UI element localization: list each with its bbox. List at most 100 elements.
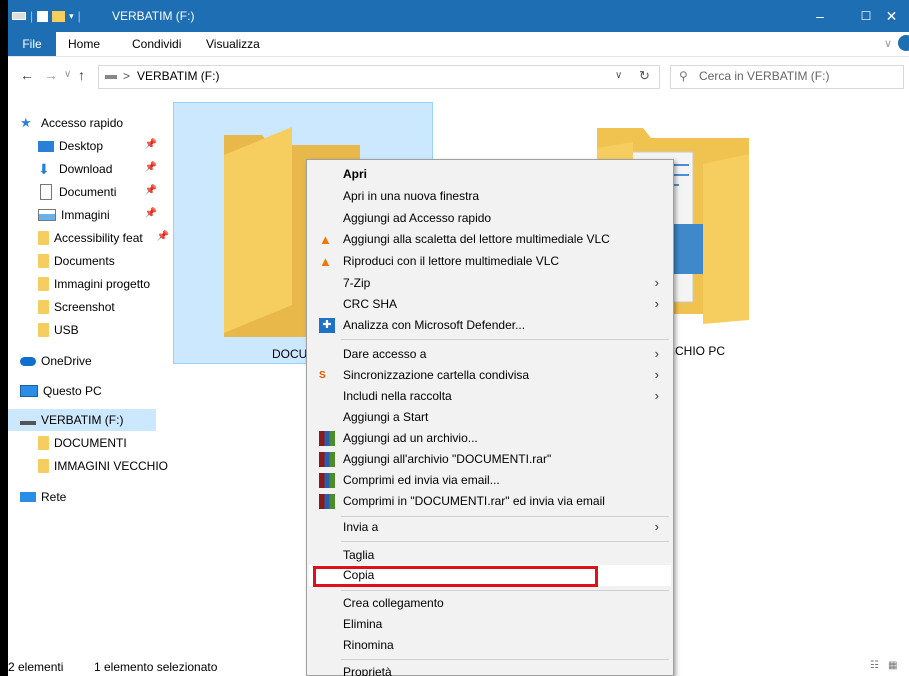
desktop-icon <box>38 140 54 152</box>
minimize-button[interactable]: – <box>797 0 843 32</box>
nav-onedrive[interactable]: OneDrive <box>20 350 171 372</box>
highlight-annotation <box>313 566 598 587</box>
path-segment[interactable]: VERBATIM (F:) <box>137 69 219 83</box>
explorer-window: | ▾ | VERBATIM (F:) – ☐ ✕ File Home Cond… <box>8 0 909 676</box>
large-icons-view-icon[interactable]: ▦ <box>888 660 897 671</box>
menu-item-aggiungi-start[interactable]: Aggiungi a Start <box>309 407 671 428</box>
vlc-icon: ▲ <box>319 232 332 247</box>
nav-this-pc[interactable]: Questo PC <box>20 380 171 402</box>
vlc-icon: ▲ <box>319 254 332 269</box>
menu-item-sincronizzazione[interactable]: S Sincronizzazione cartella condivisa › <box>309 365 671 386</box>
nav-folder-documenti[interactable]: DOCUMENTI <box>38 432 171 454</box>
nav-item-immagini[interactable]: Immagini 📌 <box>38 204 171 226</box>
forward-icon[interactable]: → <box>44 67 58 83</box>
menu-item-invia-a[interactable]: Invia a › <box>309 517 671 538</box>
pictures-icon <box>38 209 56 221</box>
cloud-icon <box>20 356 36 366</box>
folder-icon <box>38 436 49 450</box>
close-button[interactable]: ✕ <box>874 0 909 32</box>
folder-icon <box>38 277 49 291</box>
search-placeholder: Cerca in VERBATIM (F:) <box>699 69 830 83</box>
ribbon-expand-icon[interactable]: ∨ <box>884 37 892 50</box>
documents-icon <box>40 184 52 200</box>
menu-item-vlc-play[interactable]: ▲ Riproduci con il lettore multimediale … <box>309 251 671 272</box>
title-bar: | ▾ | VERBATIM (F:) – ☐ ✕ <box>8 0 909 32</box>
menu-item-vlc-playlist[interactable]: ▲ Aggiungi alla scaletta del lettore mul… <box>309 229 671 250</box>
nav-item-usb[interactable]: USB <box>38 319 171 341</box>
tab-home[interactable]: Home <box>68 37 100 51</box>
computer-icon <box>20 385 38 397</box>
address-bar[interactable]: > VERBATIM (F:) ∨ ↻ <box>98 65 660 89</box>
menu-item-winrar-documenti-rar[interactable]: Aggiungi all'archivio "DOCUMENTI.rar" <box>309 449 671 470</box>
nav-item-desktop[interactable]: Desktop 📌 <box>38 135 171 157</box>
nav-item-immagini-progetto[interactable]: Immagini progetto <box>38 273 171 295</box>
menu-item-dare-accesso[interactable]: Dare accesso a › <box>309 344 671 365</box>
recent-chevron-icon[interactable]: ∨ <box>64 69 71 80</box>
menu-item-winrar-email[interactable]: Comprimi ed invia via email... <box>309 470 671 491</box>
menu-separator <box>341 590 669 591</box>
pin-icon[interactable]: 📌 <box>156 231 169 242</box>
ribbon: File Home Condividi Visualizza ∨ <box>8 32 909 57</box>
menu-item-apri[interactable]: Apri <box>309 164 671 185</box>
tab-visualizza[interactable]: Visualizza <box>206 37 260 51</box>
winrar-icon <box>319 494 335 509</box>
menu-item-elimina[interactable]: Elimina <box>309 614 671 635</box>
sync-icon: S <box>319 370 326 381</box>
new-folder-icon[interactable] <box>52 10 66 22</box>
pin-icon[interactable]: 📌 <box>145 208 157 219</box>
search-input[interactable]: ⚲ Cerca in VERBATIM (F:) <box>670 65 904 89</box>
item-count: 2 elementi <box>8 660 64 674</box>
menu-item-taglia[interactable]: Taglia <box>309 545 671 566</box>
properties-icon[interactable] <box>37 10 49 22</box>
menu-item-defender[interactable]: ✚ Analizza con Microsoft Defender... <box>309 315 671 336</box>
address-dropdown-icon[interactable]: ∨ <box>615 70 622 81</box>
winrar-icon <box>319 473 335 488</box>
submenu-arrow-icon: › <box>654 519 659 534</box>
quick-access-toolbar: | ▾ | <box>12 6 81 26</box>
window-title: VERBATIM (F:) <box>112 9 195 23</box>
submenu-arrow-icon: › <box>654 388 659 403</box>
network-icon <box>20 492 36 502</box>
folder-icon <box>38 254 49 268</box>
pin-icon[interactable]: 📌 <box>145 185 157 196</box>
menu-item-accesso-rapido[interactable]: Aggiungi ad Accesso rapido <box>309 208 671 229</box>
nav-item-documents[interactable]: Documents <box>38 250 171 272</box>
tab-condividi[interactable]: Condividi <box>132 37 181 51</box>
folder-icon <box>38 323 49 337</box>
pin-icon[interactable]: 📌 <box>145 162 157 173</box>
nav-item-accessibility[interactable]: Accessibility feat 📌 <box>38 227 171 249</box>
pin-icon[interactable]: 📌 <box>145 139 157 150</box>
nav-item-documenti[interactable]: Documenti 📌 <box>38 181 171 203</box>
nav-network[interactable]: Rete <box>20 486 171 508</box>
menu-item-includi-raccolta[interactable]: Includi nella raccolta › <box>309 386 671 407</box>
nav-folder-immagini-vecchio[interactable]: IMMAGINI VECCHIO <box>38 455 171 477</box>
submenu-arrow-icon: › <box>654 367 659 382</box>
submenu-arrow-icon: › <box>654 346 659 361</box>
drive-icon <box>20 421 36 425</box>
nav-quick-access[interactable]: ★ Accesso rapido <box>20 112 171 134</box>
menu-item-crea-collegamento[interactable]: Crea collegamento <box>309 593 671 614</box>
nav-drive[interactable]: VERBATIM (F:) <box>8 409 156 431</box>
details-view-icon[interactable]: ☷ <box>870 660 879 671</box>
chevron-down-icon[interactable]: ▾ <box>69 11 74 22</box>
menu-item-crc-sha[interactable]: CRC SHA › <box>309 294 671 315</box>
menu-item-rinomina[interactable]: Rinomina <box>309 635 671 656</box>
back-icon[interactable]: ← <box>20 67 34 83</box>
nav-item-download[interactable]: ⬇ Download 📌 <box>38 158 171 180</box>
up-icon[interactable]: ↑ <box>78 67 85 83</box>
navigation-pane: ★ Accesso rapido Desktop 📌 ⬇ Download 📌 … <box>8 100 171 655</box>
menu-separator <box>341 339 669 340</box>
menu-item-proprieta[interactable]: Proprietà <box>309 662 671 676</box>
refresh-icon[interactable]: ↻ <box>639 68 650 84</box>
path-separator: > <box>123 69 131 83</box>
menu-item-winrar-rar-email[interactable]: Comprimi in "DOCUMENTI.rar" ed invia via… <box>309 491 671 512</box>
help-icon[interactable] <box>898 35 909 51</box>
drive-icon <box>12 12 26 20</box>
menu-item-winrar-archivio[interactable]: Aggiungi ad un archivio... <box>309 428 671 449</box>
context-menu: Apri Apri in una nuova finestra Aggiungi… <box>306 159 674 676</box>
menu-item-7zip[interactable]: 7-Zip › <box>309 273 671 294</box>
tab-file[interactable]: File <box>8 32 56 56</box>
submenu-arrow-icon: › <box>654 275 659 290</box>
menu-item-apri-nuova-finestra[interactable]: Apri in una nuova finestra <box>309 186 671 207</box>
nav-item-screenshot[interactable]: Screenshot <box>38 296 171 318</box>
